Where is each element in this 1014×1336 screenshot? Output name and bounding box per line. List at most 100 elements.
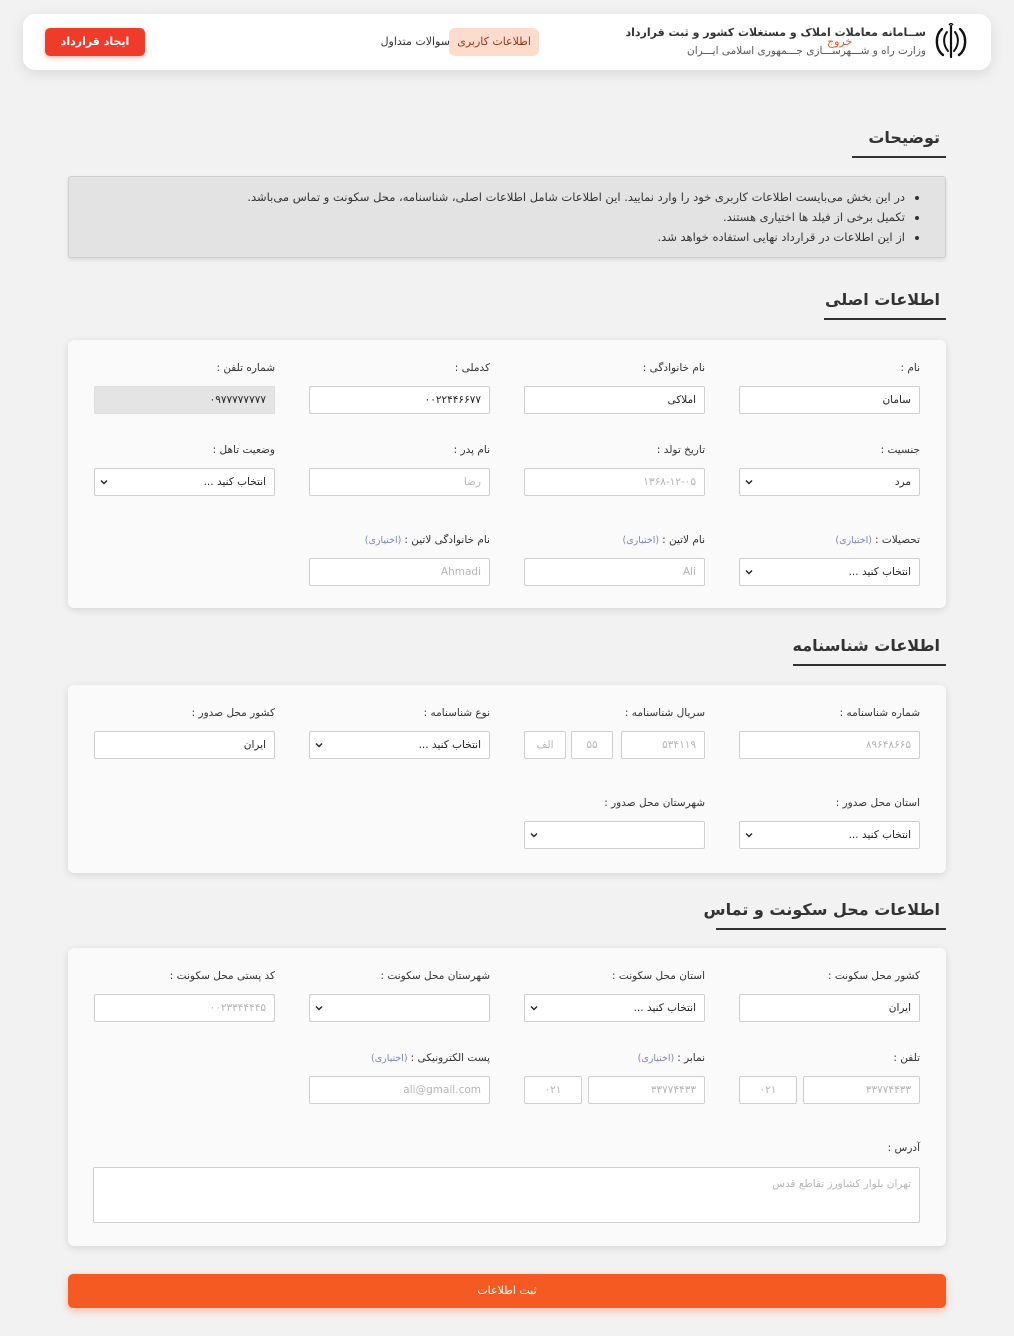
residence-city-select[interactable] [309, 994, 490, 1022]
last-name-label: نام خانوادگی : [642, 362, 705, 374]
postal-code-label: کد پستی محل سکونت : [169, 970, 275, 982]
id-type-select[interactable]: انتخاب کنید ... [309, 731, 490, 759]
description-item: تکمیل برخی از فیلد ها اختیاری هستند. [69, 207, 905, 227]
last-name-input[interactable]: املاکی [524, 386, 705, 414]
first-name-input[interactable]: سامان [739, 386, 920, 414]
id-serial-letter-input[interactable]: الف [524, 731, 566, 759]
national-code-input[interactable]: ۰۰۲۲۴۴۶۶۷۷ [309, 386, 490, 414]
gender-label: جنسیت : [880, 444, 920, 456]
id-number-label: شماره شناسنامه : [839, 707, 920, 719]
birth-date-label: تاریخ تولد : [656, 444, 705, 456]
gender-select-value: مرد [894, 476, 911, 488]
address-textarea[interactable]: تهران بلوار کشاورز تقاطع قدس [93, 1167, 920, 1223]
chevron-down-icon [530, 833, 538, 838]
optional-tag: (اختیاری) [371, 1053, 408, 1064]
chevron-down-icon [745, 833, 753, 838]
education-select[interactable]: انتخاب کنید ... [739, 558, 920, 586]
latin-name-label: نام لاتین :(اختیاری) [623, 534, 706, 546]
gender-select[interactable]: مرد [739, 468, 920, 496]
issue-province-select-value: انتخاب کنید ... [848, 829, 911, 841]
marital-label: وضعیت تاهل : [212, 444, 275, 456]
marital-select[interactable]: انتخاب کنید ... [94, 468, 275, 496]
postal-code-input[interactable]: ۰۰۲۳۳۴۴۴۴۵ [94, 994, 275, 1022]
nav-tab-profile[interactable]: اطلاعات کاربری [449, 28, 539, 56]
tel-number-input[interactable]: ۳۳۷۷۴۴۳۳ [803, 1076, 920, 1104]
chevron-down-icon [530, 1006, 538, 1011]
tel-code-input[interactable]: ۰۲۱ [739, 1076, 797, 1104]
issue-city-label: شهرستان محل صدور : [604, 797, 705, 809]
latin-last-name-input[interactable]: Ahmadi [309, 558, 490, 586]
chevron-down-icon [315, 743, 323, 748]
residence-province-select[interactable]: انتخاب کنید ... [524, 994, 705, 1022]
marital-select-value: انتخاب کنید ... [203, 476, 266, 488]
residence-province-label: استان محل سکونت : [612, 970, 705, 982]
chevron-down-icon [100, 480, 108, 485]
id-serial-label: سریال شناسنامه : [624, 707, 705, 719]
optional-tag: (اختیاری) [835, 535, 872, 546]
issue-city-select[interactable] [524, 821, 705, 849]
chevron-down-icon [315, 1006, 323, 1011]
id-serial-part-input[interactable]: ۵۵ [571, 731, 613, 759]
id-type-select-value: انتخاب کنید ... [418, 739, 481, 751]
submit-button[interactable]: ثبت اطلاعات [68, 1274, 946, 1308]
nav-tab-faq[interactable]: سوالات متداول [373, 28, 458, 56]
fax-label: نمابر :(اختیاری) [638, 1052, 705, 1064]
app-title: ســامانه معاملات املاک و مستغلات کشور و … [625, 26, 927, 39]
residence-country-label: کشور محل سکونت : [827, 970, 920, 982]
education-select-value: انتخاب کنید ... [848, 566, 911, 578]
phone-label: شماره تلفن : [216, 362, 275, 374]
id-number-input[interactable]: ۸۹۶۴۸۶۶۵ [739, 731, 920, 759]
fax-label-text: نمابر : [677, 1052, 705, 1064]
top-header: ســامانه معاملات املاک و مستغلات کشور و … [23, 14, 991, 70]
fax-code-input[interactable]: ۰۲۱ [524, 1076, 582, 1104]
issue-country-input[interactable]: ایران [94, 731, 275, 759]
email-label: پست الکترونیکی :(اختیاری) [371, 1052, 490, 1064]
optional-tag: (اختیاری) [364, 535, 402, 546]
id-info-card: شماره شناسنامه : ۸۹۶۴۸۶۶۵ سریال شناسنامه… [68, 685, 946, 873]
latin-name-input[interactable]: Ali [524, 558, 705, 586]
iran-emblem-icon [935, 23, 967, 59]
issue-province-label: استان محل صدور : [835, 797, 920, 809]
first-name-label: نام : [900, 362, 921, 374]
latin-name-label-text: نام لاتین : [662, 534, 705, 546]
residence-city-label: شهرستان محل سکونت : [380, 970, 490, 982]
optional-tag: (اختیاری) [637, 1053, 675, 1064]
section-title-description: توضیحات [868, 128, 940, 147]
main-info-card: نام : سامان نام خانوادگی : املاکی کدملی … [68, 340, 946, 608]
section-underline [852, 156, 946, 158]
app-subtitle: وزارت راه و شـــهرســـازی جـــمهوری اسلا… [687, 45, 926, 57]
national-code-label: کدملی : [454, 362, 490, 374]
issue-province-select[interactable]: انتخاب کنید ... [739, 821, 920, 849]
father-name-input[interactable]: رضا [309, 468, 490, 496]
birth-date-input[interactable]: ۱۳۶۸-۱۲-۰۵ [524, 468, 705, 496]
optional-tag: (اختیاری) [622, 535, 660, 546]
residence-country-input[interactable]: ایران [739, 994, 920, 1022]
fax-number-input[interactable]: ۳۳۷۷۴۴۳۳ [588, 1076, 705, 1104]
logout-link[interactable]: خروج [827, 35, 852, 48]
chevron-down-icon [745, 570, 753, 575]
education-label-text: تحصیلات : [875, 534, 920, 546]
section-title-residence: اطلاعات محل سکونت و تماس [703, 900, 941, 919]
description-item: از این اطلاعات در قرارداد نهایی استفاده … [69, 227, 905, 247]
email-input[interactable]: ali@gmail.com [309, 1076, 490, 1104]
description-box: در این بخش می‌بایست اطلاعات کاربری خود ر… [68, 176, 946, 258]
section-title-main-info: اطلاعات اصلی [825, 290, 940, 309]
id-type-label: نوع شناسنامه : [423, 707, 490, 719]
id-serial-number-input[interactable]: ۵۳۴۱۱۹ [621, 731, 705, 759]
residence-card: کشور محل سکونت : ایران استان محل سکونت :… [68, 948, 946, 1246]
section-title-id-info: اطلاعات شناسنامه [792, 636, 940, 655]
create-contract-button[interactable]: ایجاد قرارداد [45, 28, 145, 56]
section-underline [793, 664, 946, 666]
section-underline [824, 318, 946, 320]
issue-country-label: کشور محل صدور : [191, 707, 275, 719]
phone-readonly-field: ۰۹۷۷۷۷۷۷۷۷ [94, 386, 275, 414]
residence-province-select-value: انتخاب کنید ... [633, 1002, 696, 1014]
tel-label: تلفن : [893, 1052, 920, 1064]
description-list: در این بخش می‌بایست اطلاعات کاربری خود ر… [69, 177, 945, 247]
section-underline [716, 928, 946, 930]
father-name-label: نام پدر : [453, 444, 490, 456]
chevron-down-icon [745, 480, 753, 485]
latin-last-name-label: نام خانوادگی لاتین :(اختیاری) [365, 534, 490, 546]
description-item: در این بخش می‌بایست اطلاعات کاربری خود ر… [69, 187, 905, 207]
email-label-text: پست الکترونیکی : [410, 1052, 490, 1064]
